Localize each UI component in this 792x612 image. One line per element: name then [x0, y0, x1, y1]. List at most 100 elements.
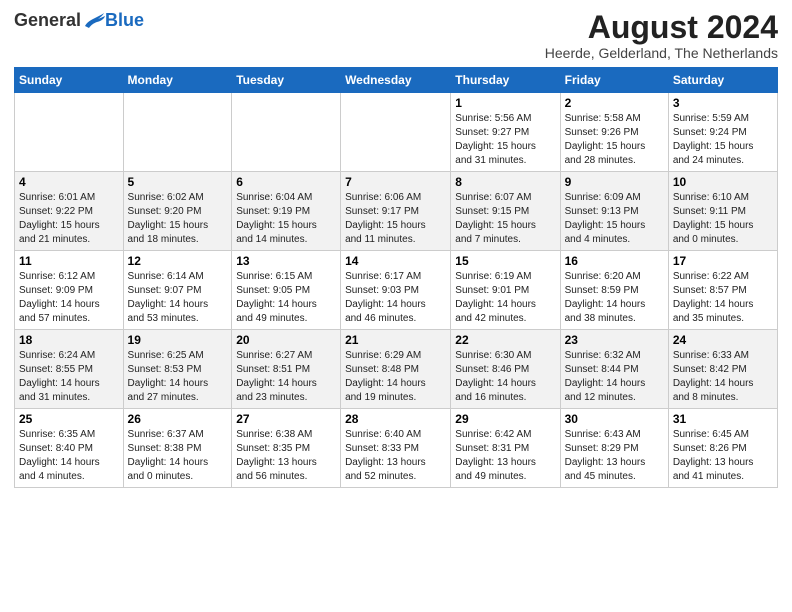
table-row: 15Sunrise: 6:19 AM Sunset: 9:01 PM Dayli… [451, 251, 560, 330]
title-area: August 2024 Heerde, Gelderland, The Neth… [545, 10, 778, 61]
day-number: 1 [455, 96, 555, 110]
table-row: 28 Sunrise: 6:40 AM Sunset: 8:33 PM Dayli… [341, 409, 451, 488]
day-info: Sunrise: 6:15 AM Sunset: 9:05 PM Dayligh… [236, 270, 336, 326]
table-row [341, 93, 451, 172]
day-number: 3 [673, 96, 773, 110]
table-row: 24 Sunrise: 6:33 AM Sunset: 8:42 PM Dayli… [668, 330, 777, 409]
col-sunday: Sunday [15, 68, 124, 93]
col-monday: Monday [123, 68, 232, 93]
calendar-table: Sunday Monday Tuesday Wednesday Thursday… [14, 67, 778, 488]
table-row: 5Sunrise: 6:02 AM Sunset: 9:20 PM Daylig… [123, 172, 232, 251]
table-row [15, 93, 124, 172]
day-info: Sunrise: 5:58 AM Sunset: 9:26 PM Dayligh… [565, 112, 664, 168]
table-row: 30 Sunrise: 6:43 AM Sunset: 8:29 PM Dayli… [560, 409, 668, 488]
day-number: 17 [673, 254, 773, 268]
logo-blue-text: Blue [105, 10, 144, 31]
day-number: 31 [673, 412, 773, 426]
table-row: 11 Sunrise: 6:12 AM Sunset: 9:09 PM Dayli… [15, 251, 124, 330]
table-row: 2 Sunrise: 5:58 AM Sunset: 9:26 PM Daylig… [560, 93, 668, 172]
day-info: Sunrise: 6:27 AM Sunset: 8:51 PM Dayligh… [236, 349, 336, 405]
day-number: 23 [565, 333, 664, 347]
day-number: 2 [565, 96, 664, 110]
col-saturday: Saturday [668, 68, 777, 93]
day-info: Sunrise: 6:20 AM Sunset: 8:59 PM Dayligh… [565, 270, 664, 326]
table-row: 9 Sunrise: 6:09 AM Sunset: 9:13 PM Daylig… [560, 172, 668, 251]
day-info: Sunrise: 6:12 AM Sunset: 9:09 PM Dayligh… [19, 270, 119, 326]
col-wednesday: Wednesday [341, 68, 451, 93]
day-info: Sunrise: 6:02 AM Sunset: 9:20 PM Dayligh… [128, 191, 228, 247]
day-info: Sunrise: 6:07 AM Sunset: 9:15 PM Dayligh… [455, 191, 555, 247]
table-row [232, 93, 341, 172]
location-subtitle: Heerde, Gelderland, The Netherlands [545, 45, 778, 61]
day-number: 9 [565, 175, 664, 189]
table-row: 10Sunrise: 6:10 AM Sunset: 9:11 PM Dayli… [668, 172, 777, 251]
day-number: 6 [236, 175, 336, 189]
table-row [123, 93, 232, 172]
day-info: Sunrise: 5:59 AM Sunset: 9:24 PM Dayligh… [673, 112, 773, 168]
day-info: Sunrise: 6:17 AM Sunset: 9:03 PM Dayligh… [345, 270, 446, 326]
table-row: 17 Sunrise: 6:22 AM Sunset: 8:57 PM Dayli… [668, 251, 777, 330]
day-number: 25 [19, 412, 119, 426]
day-info: Sunrise: 6:42 AM Sunset: 8:31 PM Dayligh… [455, 428, 555, 484]
day-info: Sunrise: 6:37 AM Sunset: 8:38 PM Dayligh… [128, 428, 228, 484]
day-number: 28 [345, 412, 446, 426]
day-number: 20 [236, 333, 336, 347]
day-info: Sunrise: 6:35 AM Sunset: 8:40 PM Dayligh… [19, 428, 119, 484]
day-number: 30 [565, 412, 664, 426]
day-info: Sunrise: 6:32 AM Sunset: 8:44 PM Dayligh… [565, 349, 664, 405]
table-row: 4 Sunrise: 6:01 AM Sunset: 9:22 PM Daylig… [15, 172, 124, 251]
day-info: Sunrise: 6:33 AM Sunset: 8:42 PM Dayligh… [673, 349, 773, 405]
day-number: 13 [236, 254, 336, 268]
logo: General Blue [14, 10, 144, 31]
day-info: Sunrise: 6:01 AM Sunset: 9:22 PM Dayligh… [19, 191, 119, 247]
day-number: 4 [19, 175, 119, 189]
day-info: Sunrise: 6:43 AM Sunset: 8:29 PM Dayligh… [565, 428, 664, 484]
day-number: 22 [455, 333, 555, 347]
table-row: 13 Sunrise: 6:15 AM Sunset: 9:05 PM Dayli… [232, 251, 341, 330]
day-number: 7 [345, 175, 446, 189]
header-row: Sunday Monday Tuesday Wednesday Thursday… [15, 68, 778, 93]
day-info: Sunrise: 5:56 AM Sunset: 9:27 PM Dayligh… [455, 112, 555, 168]
day-number: 11 [19, 254, 119, 268]
day-number: 29 [455, 412, 555, 426]
table-row: 19Sunrise: 6:25 AM Sunset: 8:53 PM Dayli… [123, 330, 232, 409]
day-number: 16 [565, 254, 664, 268]
table-row: 27Sunrise: 6:38 AM Sunset: 8:35 PM Dayli… [232, 409, 341, 488]
calendar-page: General Blue August 2024 Heerde, Gelderl… [0, 0, 792, 612]
day-number: 24 [673, 333, 773, 347]
table-row: 8Sunrise: 6:07 AM Sunset: 9:15 PM Daylig… [451, 172, 560, 251]
calendar-week-row: 4 Sunrise: 6:01 AM Sunset: 9:22 PM Daylig… [15, 172, 778, 251]
table-row: 29 Sunrise: 6:42 AM Sunset: 8:31 PM Dayli… [451, 409, 560, 488]
table-row: 7 Sunrise: 6:06 AM Sunset: 9:17 PM Daylig… [341, 172, 451, 251]
calendar-week-row: 25 Sunrise: 6:35 AM Sunset: 8:40 PM Dayli… [15, 409, 778, 488]
table-row: 6 Sunrise: 6:04 AM Sunset: 9:19 PM Daylig… [232, 172, 341, 251]
day-info: Sunrise: 6:06 AM Sunset: 9:17 PM Dayligh… [345, 191, 446, 247]
day-info: Sunrise: 6:04 AM Sunset: 9:19 PM Dayligh… [236, 191, 336, 247]
day-info: Sunrise: 6:09 AM Sunset: 9:13 PM Dayligh… [565, 191, 664, 247]
day-number: 19 [128, 333, 228, 347]
day-info: Sunrise: 6:40 AM Sunset: 8:33 PM Dayligh… [345, 428, 446, 484]
table-row: 21Sunrise: 6:29 AM Sunset: 8:48 PM Dayli… [341, 330, 451, 409]
table-row: 23 Sunrise: 6:32 AM Sunset: 8:44 PM Dayli… [560, 330, 668, 409]
day-info: Sunrise: 6:14 AM Sunset: 9:07 PM Dayligh… [128, 270, 228, 326]
month-title: August 2024 [545, 10, 778, 45]
logo-bird-icon [83, 12, 105, 30]
day-number: 10 [673, 175, 773, 189]
calendar-body: 1 Sunrise: 5:56 AM Sunset: 9:27 PM Daylig… [15, 93, 778, 488]
table-row: 18Sunrise: 6:24 AM Sunset: 8:55 PM Dayli… [15, 330, 124, 409]
day-info: Sunrise: 6:38 AM Sunset: 8:35 PM Dayligh… [236, 428, 336, 484]
day-number: 21 [345, 333, 446, 347]
table-row: 22Sunrise: 6:30 AM Sunset: 8:46 PM Dayli… [451, 330, 560, 409]
calendar-header: Sunday Monday Tuesday Wednesday Thursday… [15, 68, 778, 93]
logo-general-text: General [14, 10, 81, 31]
day-number: 18 [19, 333, 119, 347]
table-row: 16 Sunrise: 6:20 AM Sunset: 8:59 PM Dayli… [560, 251, 668, 330]
day-info: Sunrise: 6:22 AM Sunset: 8:57 PM Dayligh… [673, 270, 773, 326]
table-row: 3 Sunrise: 5:59 AM Sunset: 9:24 PM Daylig… [668, 93, 777, 172]
day-info: Sunrise: 6:19 AM Sunset: 9:01 PM Dayligh… [455, 270, 555, 326]
table-row: 31Sunrise: 6:45 AM Sunset: 8:26 PM Dayli… [668, 409, 777, 488]
table-row: 20 Sunrise: 6:27 AM Sunset: 8:51 PM Dayli… [232, 330, 341, 409]
table-row: 14Sunrise: 6:17 AM Sunset: 9:03 PM Dayli… [341, 251, 451, 330]
col-thursday: Thursday [451, 68, 560, 93]
col-tuesday: Tuesday [232, 68, 341, 93]
